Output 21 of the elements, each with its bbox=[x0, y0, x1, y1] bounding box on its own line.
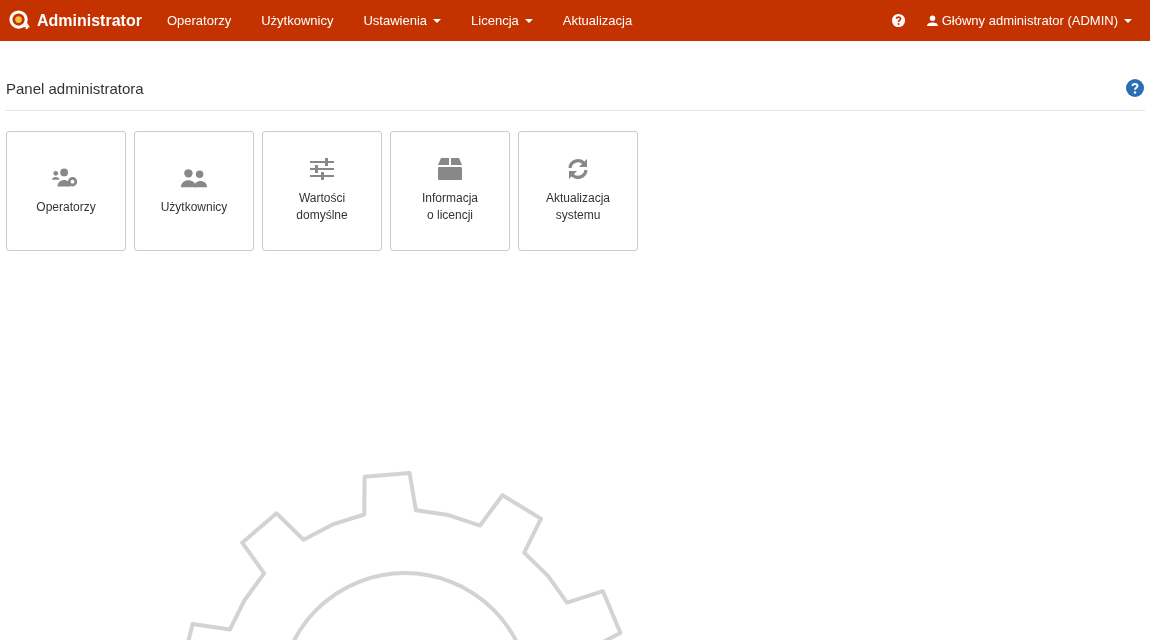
tile-button[interactable]: Aktualizacja systemu bbox=[518, 131, 638, 251]
box-icon bbox=[436, 158, 464, 180]
help-icon[interactable] bbox=[1126, 79, 1144, 97]
users-gear-icon bbox=[52, 166, 80, 189]
user-icon bbox=[926, 15, 938, 26]
nav-link[interactable]: Aktualizacja bbox=[547, 13, 648, 28]
nav-link[interactable]: Użytkownicy bbox=[246, 13, 349, 28]
tile-button[interactable]: Operatorzy bbox=[6, 131, 126, 251]
logo-icon bbox=[9, 10, 30, 31]
nav-link[interactable]: Operatorzy bbox=[151, 13, 247, 28]
sliders-icon bbox=[308, 158, 336, 180]
user-menu[interactable]: Główny administrator (ADMIN) bbox=[926, 13, 1150, 28]
tile-button[interactable]: Użytkownicy bbox=[134, 131, 254, 251]
page-title: Panel administratora bbox=[6, 79, 144, 97]
tile-button[interactable]: Informacja o licencji bbox=[390, 131, 510, 251]
brand-link[interactable]: Administrator bbox=[0, 10, 152, 31]
help-icon[interactable] bbox=[890, 13, 906, 28]
tile-button[interactable]: Wartości domyślne bbox=[262, 131, 382, 251]
users-icon bbox=[180, 166, 208, 189]
nav-link[interactable]: Licencja bbox=[456, 13, 548, 28]
nav-link[interactable]: Ustawienia bbox=[348, 13, 457, 28]
